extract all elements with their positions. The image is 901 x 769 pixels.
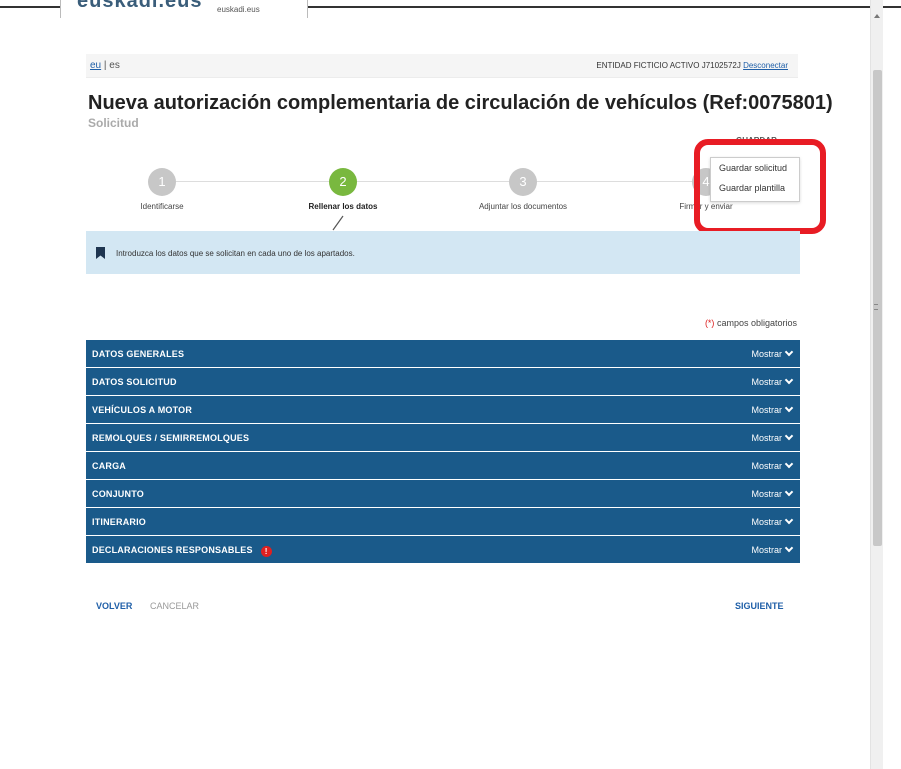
- required-text: campos obligatorios: [716, 318, 797, 328]
- section-toggle[interactable]: Mostrar: [751, 403, 794, 415]
- language-switcher: eu | es: [90, 60, 120, 71]
- section-toggle[interactable]: Mostrar: [751, 487, 794, 499]
- section-title: DATOS GENERALES: [92, 349, 185, 359]
- toggle-label: Mostrar: [751, 489, 782, 499]
- toggle-label: Mostrar: [751, 405, 782, 415]
- lang-separator: |: [103, 60, 107, 71]
- logo-subtext: euskadi.eus: [217, 5, 260, 14]
- logo-mark: euskadi.eus: [77, 0, 203, 12]
- toggle-label: Mostrar: [751, 433, 782, 443]
- active-step-pointer-icon: [332, 215, 344, 231]
- bookmark-icon: [96, 247, 105, 259]
- session-info: ENTIDAD FICTICIO ACTIVO J7102572J Descon…: [596, 61, 788, 70]
- section-title: DECLARACIONES RESPONSABLES!: [92, 545, 272, 557]
- required-star: (*): [704, 318, 715, 328]
- vertical-scrollbar[interactable]: [870, 0, 883, 769]
- back-button[interactable]: VOLVER: [96, 601, 132, 611]
- section-title: REMOLQUES / SEMIRREMOLQUES: [92, 433, 250, 443]
- cancel-button[interactable]: CANCELAR: [150, 601, 199, 611]
- section-vehiculos-motor[interactable]: VEHÍCULOS A MOTOR Mostrar: [86, 396, 800, 424]
- page-subtitle: Solicitud: [88, 116, 139, 130]
- section-title: CONJUNTO: [92, 489, 144, 499]
- info-banner: Introduzca los datos que se solicitan en…: [86, 231, 800, 274]
- warning-icon: !: [260, 546, 272, 557]
- section-toggle[interactable]: Mostrar: [751, 515, 794, 527]
- section-toggle[interactable]: Mostrar: [751, 543, 794, 555]
- section-remolques[interactable]: REMOLQUES / SEMIRREMOLQUES Mostrar: [86, 424, 800, 452]
- section-toggle[interactable]: Mostrar: [751, 431, 794, 443]
- scroll-up-arrow-icon[interactable]: [874, 14, 880, 18]
- section-title: CARGA: [92, 461, 126, 471]
- annotation-highlight: [694, 139, 826, 234]
- section-title: ITINERARIO: [92, 517, 147, 527]
- section-datos-generales[interactable]: DATOS GENERALES Mostrar: [86, 340, 800, 368]
- step-label: Identificarse: [140, 202, 184, 211]
- section-toggle[interactable]: Mostrar: [751, 375, 794, 387]
- section-toggle[interactable]: Mostrar: [751, 459, 794, 471]
- section-itinerario[interactable]: ITINERARIO Mostrar: [86, 508, 800, 536]
- lang-es-label: es: [109, 60, 120, 71]
- section-title-text: DECLARACIONES RESPONSABLES: [92, 545, 253, 555]
- toggle-label: Mostrar: [751, 545, 782, 555]
- toggle-label: Mostrar: [751, 377, 782, 387]
- lang-eu-link[interactable]: eu: [90, 60, 101, 71]
- language-bar: eu | es ENTIDAD FICTICIO ACTIVO J7102572…: [86, 54, 798, 78]
- chevron-down-icon: [784, 403, 794, 413]
- section-toggle[interactable]: Mostrar: [751, 347, 794, 359]
- chevron-down-icon: [784, 347, 794, 357]
- section-datos-solicitud[interactable]: DATOS SOLICITUD Mostrar: [86, 368, 800, 396]
- chevron-down-icon: [784, 375, 794, 385]
- banner-text: Introduzca los datos que se solicitan en…: [116, 249, 355, 258]
- page-title: Nueva autorización complementaria de cir…: [88, 92, 833, 114]
- required-fields-note: (*) campos obligatorios: [705, 318, 797, 328]
- section-title: DATOS SOLICITUD: [92, 377, 177, 387]
- section-title: VEHÍCULOS A MOTOR: [92, 405, 193, 415]
- step-rellenar: 2 Rellenar los datos: [273, 168, 413, 211]
- step-adjuntar: 3 Adjuntar los documentos: [453, 168, 593, 211]
- step-label: Adjuntar los documentos: [478, 202, 568, 211]
- section-carga[interactable]: CARGA Mostrar: [86, 452, 800, 480]
- section-declaraciones[interactable]: DECLARACIONES RESPONSABLES! Mostrar: [86, 536, 800, 564]
- next-button[interactable]: SIGUIENTE: [735, 601, 784, 611]
- toggle-label: Mostrar: [751, 517, 782, 527]
- form-sections: DATOS GENERALES Mostrar DATOS SOLICITUD …: [86, 340, 800, 564]
- site-logo[interactable]: euskadi.eus euskadi.eus: [60, 0, 308, 18]
- step-identificarse: 1 Identificarse: [92, 168, 232, 211]
- scroll-grip-icon: [874, 304, 878, 310]
- step-number: 1: [148, 168, 176, 196]
- section-conjunto[interactable]: CONJUNTO Mostrar: [86, 480, 800, 508]
- step-label: Rellenar los datos: [308, 202, 378, 211]
- disconnect-link[interactable]: Desconectar: [743, 61, 788, 70]
- toggle-label: Mostrar: [751, 461, 782, 471]
- chevron-down-icon: [784, 515, 794, 525]
- step-number: 2: [329, 168, 357, 196]
- step-number: 3: [509, 168, 537, 196]
- entity-name: ENTIDAD FICTICIO ACTIVO J7102572J: [596, 61, 741, 70]
- chevron-down-icon: [784, 487, 794, 497]
- chevron-down-icon: [784, 543, 794, 553]
- chevron-down-icon: [784, 431, 794, 441]
- chevron-down-icon: [784, 459, 794, 469]
- toggle-label: Mostrar: [751, 349, 782, 359]
